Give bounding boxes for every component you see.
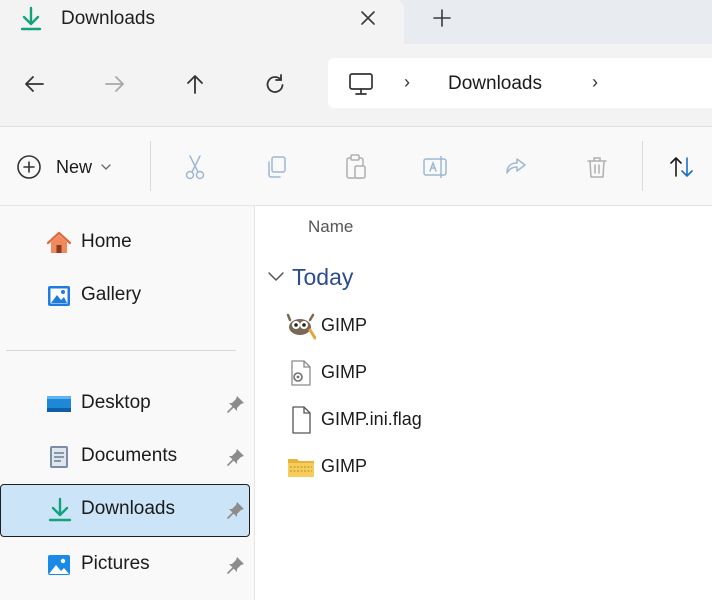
pictures-folder-icon xyxy=(48,555,70,575)
sidebar-item-documents[interactable]: Documents xyxy=(0,431,250,481)
breadcrumb-separator[interactable]: › xyxy=(404,72,410,93)
pin-icon[interactable] xyxy=(226,394,246,414)
copy-icon xyxy=(268,156,286,178)
rename-button[interactable] xyxy=(419,150,453,184)
arrow-right-icon xyxy=(105,76,124,92)
download-icon xyxy=(48,497,72,522)
toolbar-separator xyxy=(150,141,151,191)
arrow-up-icon xyxy=(187,75,203,94)
file-name: GIMP.ini.flag xyxy=(321,409,422,429)
close-icon[interactable] xyxy=(359,9,377,27)
file-row[interactable]: GIMP xyxy=(284,352,704,392)
breadcrumb-downloads[interactable]: Downloads xyxy=(448,73,542,95)
sidebar-item-label: Pictures xyxy=(81,553,150,574)
file-row[interactable]: GIMP.ini.flag xyxy=(284,399,704,439)
home-icon xyxy=(46,231,72,253)
file-row[interactable]: GIMP xyxy=(284,305,704,345)
pin-icon[interactable] xyxy=(226,500,246,520)
file-name: GIMP xyxy=(321,362,368,382)
sort-button[interactable] xyxy=(666,150,700,184)
sidebar-item-label: Gallery xyxy=(81,284,142,305)
refresh-icon xyxy=(266,74,284,93)
copy-button[interactable] xyxy=(259,150,293,184)
arrow-left-icon xyxy=(25,76,44,92)
column-header-name[interactable]: Name xyxy=(308,217,353,237)
delete-icon xyxy=(587,157,607,178)
gimp-app-icon xyxy=(286,313,316,340)
back-button[interactable] xyxy=(17,67,51,101)
forward-button[interactable] xyxy=(98,67,132,101)
group-header[interactable]: Today xyxy=(292,264,353,291)
new-button-label: New xyxy=(56,156,93,177)
sidebar-item-label: Documents xyxy=(81,445,178,466)
paste-icon xyxy=(346,154,366,179)
tab-title: Downloads xyxy=(61,8,155,29)
sidebar-item-gallery[interactable]: Gallery xyxy=(0,270,250,320)
plus-icon[interactable] xyxy=(432,8,452,28)
new-button[interactable]: New xyxy=(16,150,112,184)
file-row[interactable]: GIMP xyxy=(284,446,704,486)
chevron-down-icon xyxy=(101,164,111,170)
this-pc-icon[interactable] xyxy=(348,71,374,97)
cut-icon xyxy=(185,155,205,180)
documents-folder-icon xyxy=(50,446,68,468)
pin-icon[interactable] xyxy=(226,555,246,575)
delete-button[interactable] xyxy=(580,150,614,184)
gallery-icon xyxy=(48,286,70,306)
add-circle-icon xyxy=(17,155,41,179)
cut-button[interactable] xyxy=(178,150,212,184)
pin-icon[interactable] xyxy=(226,447,246,467)
sidebar-item-label: Home xyxy=(81,231,132,252)
paste-button[interactable] xyxy=(339,150,373,184)
zip-folder-icon xyxy=(288,459,314,477)
sidebar-item-label: Desktop xyxy=(81,392,151,413)
file-name: GIMP xyxy=(321,315,368,335)
sidebar-item-pictures[interactable]: Pictures xyxy=(0,539,250,589)
share-button[interactable] xyxy=(499,150,533,184)
breadcrumb-separator[interactable]: › xyxy=(592,72,598,93)
sidebar-separator xyxy=(6,350,236,351)
desktop-folder-icon xyxy=(47,396,71,412)
toolbar-separator xyxy=(642,141,643,191)
settings-file-icon xyxy=(291,360,311,386)
refresh-button[interactable] xyxy=(258,67,292,101)
rename-icon xyxy=(423,156,447,178)
sidebar-item-label: Downloads xyxy=(81,498,175,519)
sidebar-item-desktop[interactable]: Desktop xyxy=(0,378,250,428)
chevron-down-icon[interactable] xyxy=(266,270,286,284)
download-icon xyxy=(20,6,42,31)
up-button[interactable] xyxy=(178,67,212,101)
file-name: GIMP xyxy=(321,456,368,476)
sidebar-item-home[interactable]: Home xyxy=(0,217,250,267)
blank-file-icon xyxy=(292,406,311,434)
share-icon xyxy=(506,158,526,174)
sidebar-item-downloads[interactable]: Downloads xyxy=(0,484,250,537)
sort-icon xyxy=(670,157,693,177)
